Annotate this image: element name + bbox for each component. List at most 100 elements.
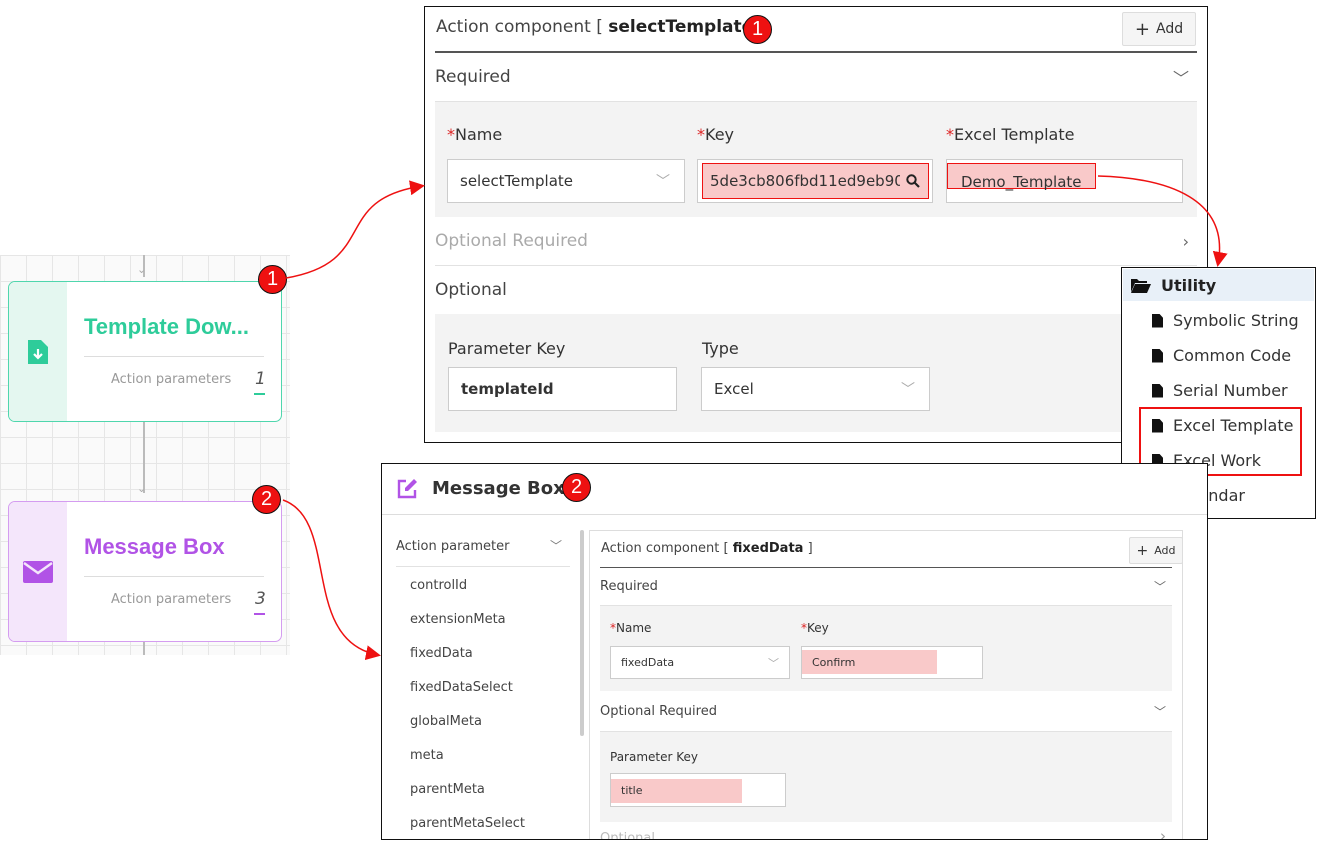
chevron-down-icon: ﹀ <box>1153 705 1166 719</box>
plus-icon: + <box>1134 18 1150 40</box>
node-title: Template Dow... <box>84 314 250 339</box>
optional-required-section-header[interactable]: Optional Required ﹀ <box>600 692 1172 732</box>
name-field-label: *Name <box>610 621 652 635</box>
type-value: Excel <box>714 380 754 398</box>
required-fields: *Name *Key *Excel Template selectTemplat… <box>435 102 1197 217</box>
action-parameter-list: Action parameter ﹀ controlId extensionMe… <box>382 528 572 839</box>
flow-node-template-download[interactable]: Template Dow... Action parameters 1 <box>8 281 282 422</box>
tree-root-utility[interactable]: Utility <box>1123 269 1314 301</box>
component-name: fixedData <box>732 541 804 556</box>
param-key-input[interactable]: title <box>610 773 786 807</box>
flow-node-message-box[interactable]: Message Box Action parameters 3 <box>8 501 282 642</box>
connector-line <box>143 641 145 655</box>
sidebar-scrollbar[interactable] <box>580 530 584 736</box>
connector-arrow-icon: ⌄ <box>137 263 147 276</box>
chevron-down-icon: ﹀ <box>656 174 670 190</box>
folder-open-icon <box>1131 278 1151 293</box>
param-key-input[interactable]: templateId <box>448 367 677 411</box>
param-key-label: Parameter Key <box>610 750 699 764</box>
section-title: Optional <box>435 280 507 300</box>
node-params-count[interactable]: 1 <box>255 369 266 389</box>
count-underline <box>254 393 265 395</box>
chevron-down-icon: ﹀ <box>1172 69 1189 88</box>
panel-header: Action component [ selectTemplate ] <box>436 17 765 37</box>
required-section-header[interactable]: Required ﹀ <box>435 53 1197 102</box>
type-select[interactable]: Excel ﹀ <box>701 367 930 411</box>
name-value: selectTemplate <box>460 172 574 190</box>
sidebar-title[interactable]: Action parameter <box>396 539 509 554</box>
header-prefix: Action component [ <box>436 17 609 37</box>
node-icon-area <box>9 502 67 641</box>
node-icon-area <box>9 282 67 421</box>
sidebar-item[interactable]: parentMetaSelect <box>410 816 525 831</box>
key-field[interactable]: Confirm <box>801 646 983 679</box>
optional-section-header[interactable]: Optional <box>600 831 655 839</box>
callout-badge-1: 1 <box>743 15 772 44</box>
component-area: Action component [ fixedData ] + Add Req… <box>589 530 1183 839</box>
add-button[interactable]: + Add <box>1122 12 1196 46</box>
chevron-down-icon: ﹀ <box>1153 580 1166 594</box>
action-component-panel-1: Action component [ selectTemplate ] 1 + … <box>424 6 1208 443</box>
section-title: Required <box>435 67 511 87</box>
panel-title: Message Box <box>432 478 565 499</box>
node-params-label: Action parameters <box>111 592 232 607</box>
node-params-label: Action parameters <box>111 372 232 387</box>
optional-required-section-header[interactable]: Optional Required › <box>435 217 1197 266</box>
key-field-label: *Key <box>801 621 829 635</box>
callout-badge-2: 2 <box>252 485 281 514</box>
sidebar-item[interactable]: globalMeta <box>410 714 482 729</box>
sidebar-item[interactable]: parentMeta <box>410 782 485 797</box>
sidebar-item[interactable]: controlId <box>410 578 467 593</box>
sidebar-item[interactable]: fixedData <box>410 646 473 661</box>
section-title: Optional Required <box>435 231 588 251</box>
chevron-down-icon: ﹀ <box>550 539 563 553</box>
edit-icon <box>397 479 417 499</box>
chevron-right-icon: › <box>1160 827 1166 840</box>
node-params-count[interactable]: 3 <box>255 589 266 609</box>
file-download-icon <box>28 339 48 364</box>
key-field[interactable]: 5de3cb806fbd11ed9eb90aa <box>697 159 933 203</box>
file-icon <box>1152 313 1163 328</box>
key-field-label: *Key <box>697 125 735 144</box>
title-divider <box>382 514 1207 515</box>
excel-value: Demo_Template <box>961 173 1082 191</box>
callout-badge-1: 1 <box>258 265 287 294</box>
search-icon[interactable] <box>906 174 920 188</box>
type-label: Type <box>702 339 739 358</box>
key-value: 5de3cb806fbd11ed9eb90aa <box>710 172 900 190</box>
required-section-header[interactable]: Required ﹀ <box>600 568 1172 606</box>
add-label: Add <box>1155 21 1184 37</box>
node-title: Message Box <box>84 534 225 559</box>
divider <box>84 576 264 577</box>
optional-section-header[interactable]: Optional <box>435 266 1197 314</box>
param-key-label: Parameter Key <box>448 339 566 358</box>
name-select[interactable]: selectTemplate ﹀ <box>447 159 685 203</box>
panel-header: Action component [ fixedData ] <box>601 541 813 556</box>
sidebar-item[interactable]: extensionMeta <box>410 612 506 627</box>
excel-field-label: *Excel Template <box>946 125 1075 144</box>
chevron-down-icon: ﹀ <box>768 656 779 670</box>
add-button[interactable]: + Add <box>1129 537 1183 564</box>
optional-required-fields: Parameter Key title <box>600 732 1172 822</box>
divider <box>396 566 570 567</box>
optional-fields: Parameter Key Type templateId Excel ﹀ <box>435 314 1197 432</box>
tree-root-label: Utility <box>1161 275 1217 295</box>
name-select[interactable]: fixedData ﹀ <box>610 646 790 679</box>
connector-arrow-icon: ⌄ <box>137 482 147 495</box>
file-icon <box>1152 383 1163 398</box>
count-underline <box>254 613 265 615</box>
name-field-label: *Name <box>447 125 503 144</box>
tree-item-serial-number[interactable]: Serial Number <box>1152 381 1288 400</box>
message-box-panel: Message Box 2 Action parameter ﹀ control… <box>381 463 1208 840</box>
sidebar-item[interactable]: meta <box>410 748 444 763</box>
excel-template-field[interactable]: Demo_Template <box>946 159 1183 203</box>
callout-badge-2: 2 <box>562 473 591 502</box>
tree-item-common-code[interactable]: Common Code <box>1152 346 1291 365</box>
file-icon <box>1152 348 1163 363</box>
component-name: selectTemplate <box>608 17 754 37</box>
envelope-icon <box>23 560 53 583</box>
chevron-right-icon: › <box>1182 231 1189 251</box>
sidebar-item[interactable]: fixedDataSelect <box>410 680 513 695</box>
divider <box>84 356 264 357</box>
tree-item-symbolic-string[interactable]: Symbolic String <box>1152 311 1299 330</box>
